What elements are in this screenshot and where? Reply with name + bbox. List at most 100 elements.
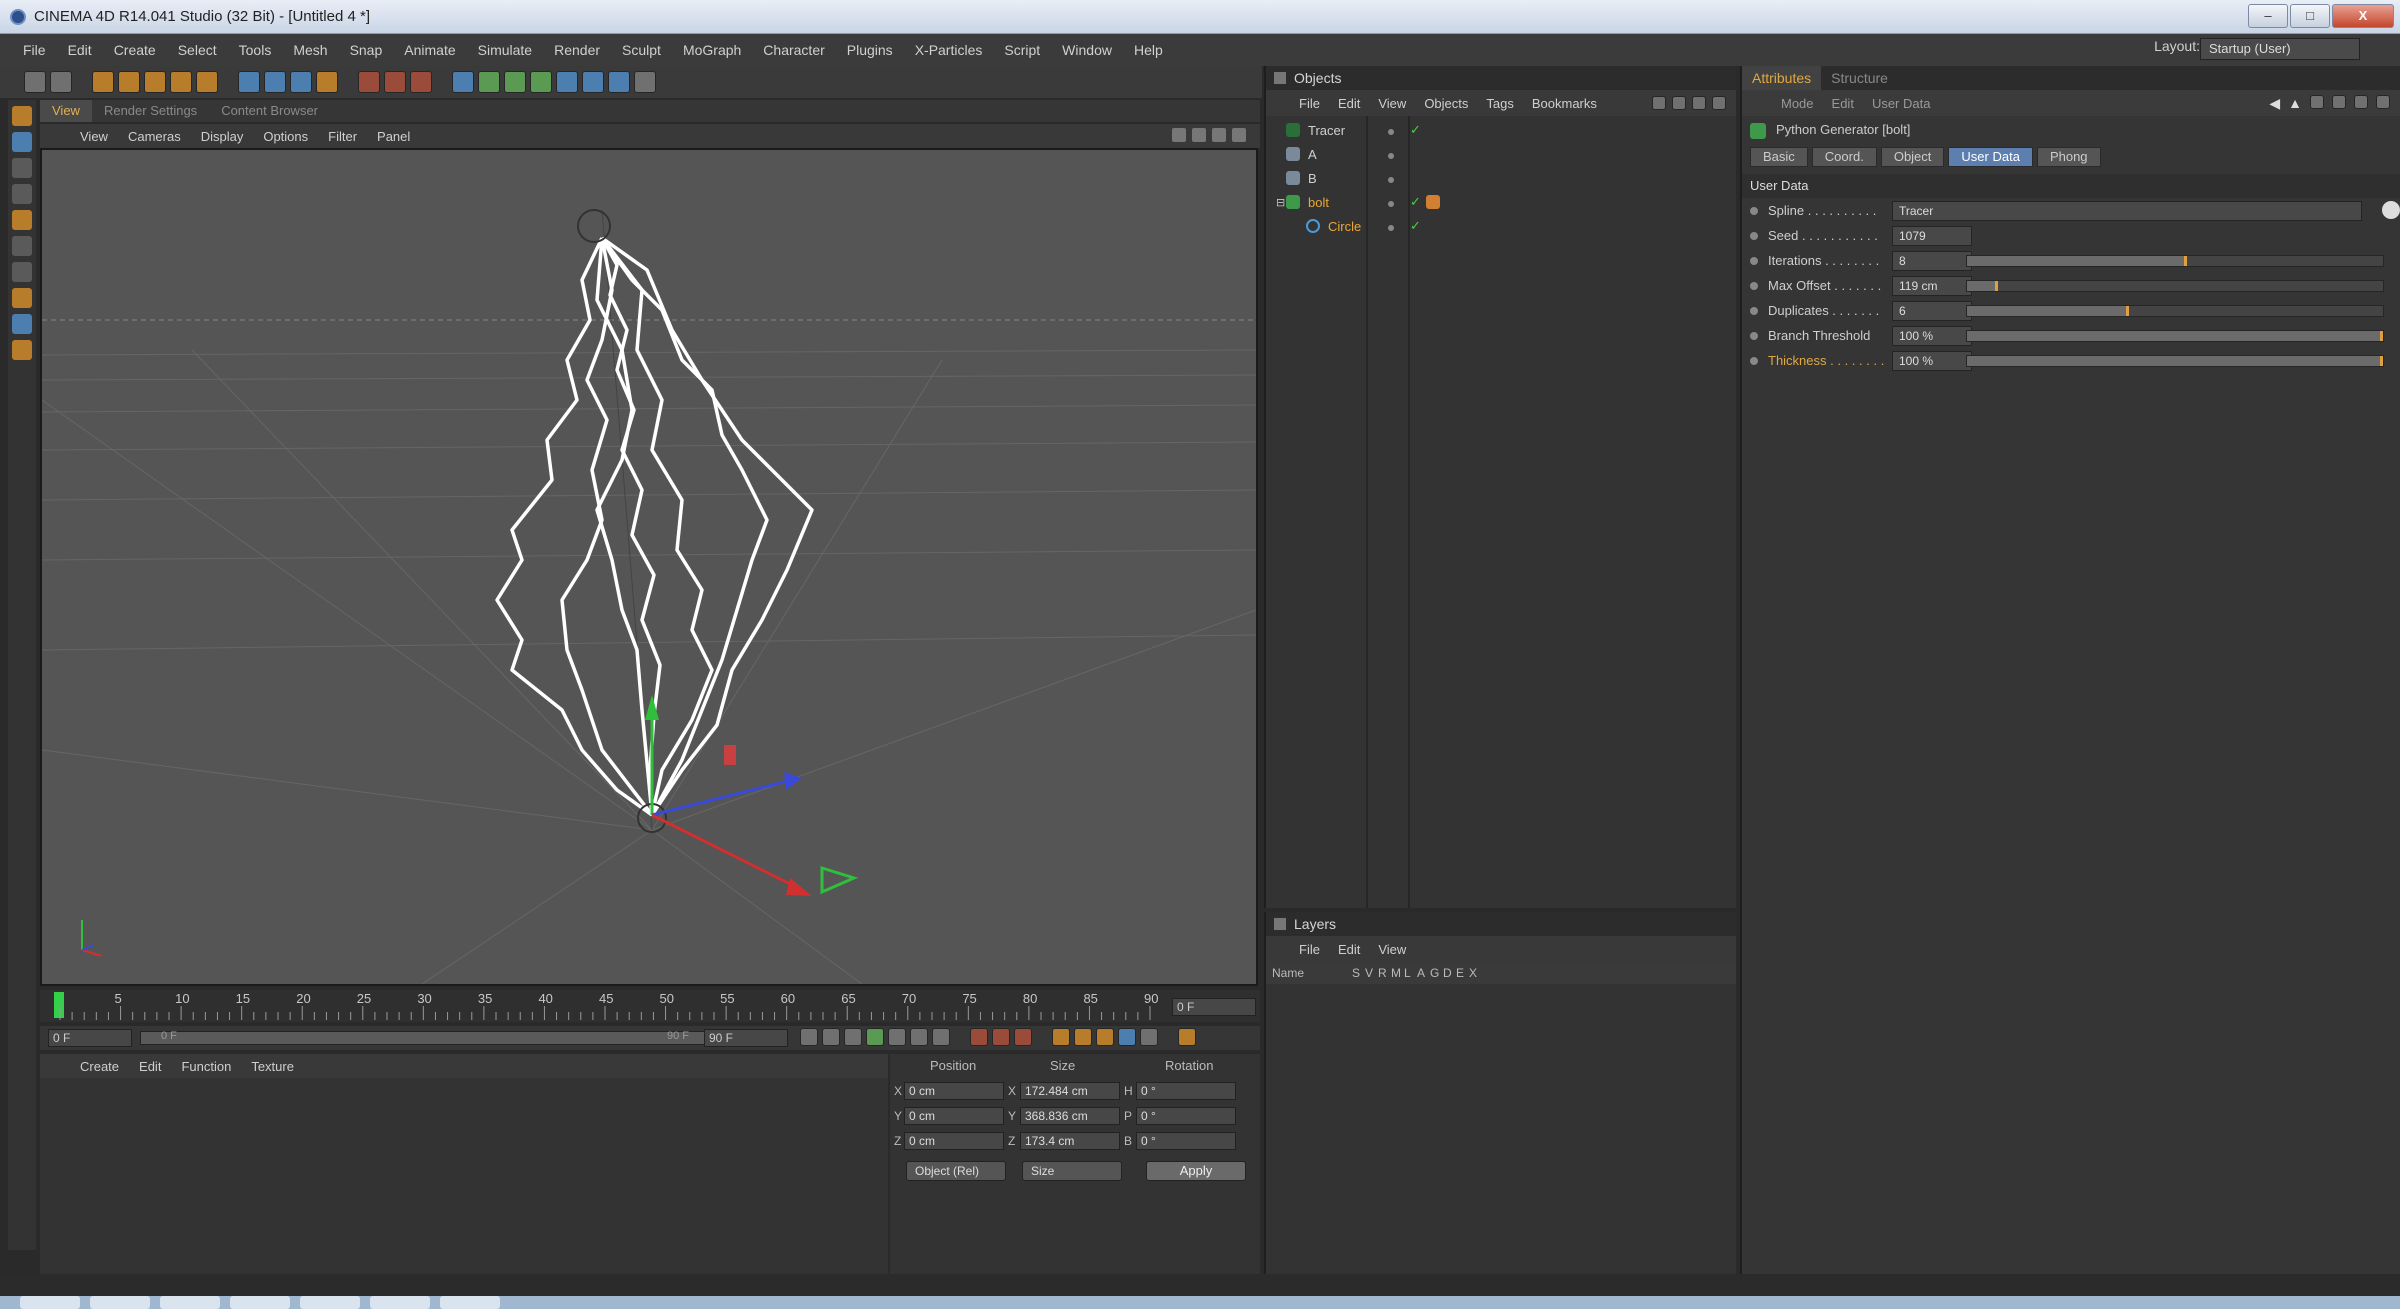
visibility-dots-icon[interactable] bbox=[1388, 123, 1394, 138]
live-selection-icon[interactable] bbox=[92, 71, 114, 93]
start-frame-field[interactable]: 0 F bbox=[48, 1029, 132, 1047]
next-key-icon[interactable] bbox=[910, 1028, 928, 1046]
menu-plugins[interactable]: Plugins bbox=[836, 42, 904, 58]
play-icon[interactable] bbox=[866, 1028, 884, 1046]
menu-help[interactable]: Help bbox=[1123, 42, 1174, 58]
current-frame-field[interactable]: 0 F bbox=[1172, 998, 1256, 1016]
max-offset-slider[interactable] bbox=[1966, 279, 2384, 292]
redo-icon[interactable] bbox=[50, 71, 72, 93]
menu-mesh[interactable]: Mesh bbox=[282, 42, 338, 58]
tab-render-settings[interactable]: Render Settings bbox=[92, 100, 209, 122]
collapse-toggle-icon[interactable]: ⊟ bbox=[1276, 196, 1286, 209]
menu-animate[interactable]: Animate bbox=[393, 42, 466, 58]
render-picture-viewer-icon[interactable] bbox=[384, 71, 406, 93]
visibility-dots-icon[interactable] bbox=[1388, 147, 1394, 162]
max-offset-field[interactable]: 119 cm bbox=[1892, 275, 1972, 296]
enabled-check-icon[interactable]: ✓ bbox=[1410, 122, 1421, 138]
points-mode-icon[interactable] bbox=[12, 210, 32, 230]
object-row-circle[interactable]: Circle ✓ bbox=[1276, 214, 1736, 238]
y-axis-lock-icon[interactable] bbox=[264, 71, 286, 93]
toggle-views-icon[interactable] bbox=[1232, 128, 1246, 142]
record-position-icon[interactable] bbox=[1052, 1028, 1070, 1046]
recent-tool-icon[interactable] bbox=[196, 71, 218, 93]
autokey-icon[interactable] bbox=[992, 1028, 1010, 1046]
menu-simulate[interactable]: Simulate bbox=[467, 42, 543, 58]
object-row-bolt[interactable]: ⊟ bolt ✓ bbox=[1276, 190, 1736, 214]
size-x-field[interactable]: 172.484 cm bbox=[1020, 1082, 1120, 1100]
material-menu-function[interactable]: Function bbox=[171, 1059, 241, 1074]
layers-col-l[interactable]: L bbox=[1404, 966, 1417, 980]
x-axis-handle-icon[interactable] bbox=[786, 878, 812, 896]
close-button[interactable]: X bbox=[2332, 4, 2394, 28]
layers-menu-edit[interactable]: Edit bbox=[1329, 942, 1369, 957]
taskbar-start-icon[interactable] bbox=[20, 1296, 80, 1309]
size-z-field[interactable]: 173.4 cm bbox=[1020, 1132, 1120, 1150]
search-icon[interactable] bbox=[1652, 96, 1666, 110]
layers-col-s[interactable]: S bbox=[1352, 966, 1365, 980]
tab-structure[interactable]: Structure bbox=[1821, 66, 1898, 90]
pick-object-icon[interactable] bbox=[2382, 201, 2400, 219]
x-axis-lock-icon[interactable] bbox=[238, 71, 260, 93]
subtab-coord[interactable]: Coord. bbox=[1811, 147, 1877, 167]
menu-window[interactable]: Window bbox=[1051, 42, 1123, 58]
record-rotation-icon[interactable] bbox=[1096, 1028, 1114, 1046]
pan-view-icon[interactable] bbox=[1172, 128, 1186, 142]
model-mode-icon[interactable] bbox=[12, 132, 32, 152]
taskbar-app-icon[interactable] bbox=[230, 1296, 290, 1309]
edges-mode-icon[interactable] bbox=[12, 236, 32, 256]
size-mode-dropdown[interactable]: Size bbox=[1022, 1161, 1122, 1181]
make-editable-icon[interactable] bbox=[12, 106, 32, 126]
python-tag-icon[interactable] bbox=[1426, 195, 1440, 209]
frame-range-slider[interactable]: 0 F 90 F bbox=[140, 1030, 710, 1045]
taskbar-app-icon[interactable] bbox=[300, 1296, 360, 1309]
keyframe-selection-icon[interactable] bbox=[1014, 1028, 1032, 1046]
object-row-tracer[interactable]: Tracer ✓ bbox=[1276, 118, 1736, 142]
viewport-menu-view[interactable]: View bbox=[70, 129, 118, 144]
link-icon[interactable] bbox=[1692, 96, 1706, 110]
duplicates-slider[interactable] bbox=[1966, 304, 2384, 317]
attr-menu-user-data[interactable]: User Data bbox=[1863, 96, 1940, 111]
duplicates-field[interactable]: 6 bbox=[1892, 300, 1972, 321]
maximize-button[interactable]: □ bbox=[2290, 4, 2330, 28]
viewport-menu-panel[interactable]: Panel bbox=[367, 129, 420, 144]
camera-icon[interactable] bbox=[608, 71, 630, 93]
enabled-check-icon[interactable]: ✓ bbox=[1410, 218, 1421, 234]
menu-render[interactable]: Render bbox=[543, 42, 611, 58]
branch-threshold-slider[interactable] bbox=[1966, 329, 2384, 342]
texture-mode-icon[interactable] bbox=[12, 158, 32, 178]
layers-col-m[interactable]: M bbox=[1391, 966, 1404, 980]
menu-create[interactable]: Create bbox=[103, 42, 167, 58]
objects-menu-bookmarks[interactable]: Bookmarks bbox=[1523, 96, 1606, 111]
render-settings-icon[interactable] bbox=[410, 71, 432, 93]
prev-key-icon[interactable] bbox=[822, 1028, 840, 1046]
iterations-field[interactable]: 8 bbox=[1892, 250, 1972, 271]
go-to-end-icon[interactable] bbox=[932, 1028, 950, 1046]
rotation-h-field[interactable]: 0 ° bbox=[1136, 1082, 1236, 1100]
record-parameter-icon[interactable] bbox=[1118, 1028, 1136, 1046]
subtab-user-data[interactable]: User Data bbox=[1948, 147, 2033, 167]
subtab-object[interactable]: Object bbox=[1880, 147, 1945, 167]
scale-tool-icon[interactable] bbox=[144, 71, 166, 93]
enabled-check-icon[interactable]: ✓ bbox=[1410, 194, 1421, 210]
subdivision-surface-icon[interactable] bbox=[504, 71, 526, 93]
visibility-dots-icon[interactable] bbox=[1388, 171, 1394, 186]
end-frame-field[interactable]: 90 F bbox=[704, 1029, 788, 1047]
thickness-field[interactable]: 100 % bbox=[1892, 350, 1972, 371]
layers-col-x[interactable]: X bbox=[1469, 966, 1482, 980]
menu-edit[interactable]: Edit bbox=[57, 42, 103, 58]
menu-sculpt[interactable]: Sculpt bbox=[611, 42, 672, 58]
new-window-icon[interactable] bbox=[1712, 96, 1726, 110]
timeline-window-icon[interactable] bbox=[1178, 1028, 1196, 1046]
rotation-b-field[interactable]: 0 ° bbox=[1136, 1132, 1236, 1150]
move-tool-icon[interactable] bbox=[118, 71, 140, 93]
taskbar-app-icon[interactable] bbox=[370, 1296, 430, 1309]
layers-menu-view[interactable]: View bbox=[1369, 942, 1415, 957]
iterations-slider[interactable] bbox=[1966, 254, 2384, 267]
timeline-ruler[interactable]: 5 10 15 20 25 30 35 40 45 50 55 60 65 70 75 80 85 90 0 F bbox=[40, 990, 1260, 1022]
layers-col-g[interactable]: G bbox=[1430, 966, 1443, 980]
objects-menu-view[interactable]: View bbox=[1369, 96, 1415, 111]
search-icon[interactable] bbox=[2310, 94, 2324, 109]
layers-col-r[interactable]: R bbox=[1378, 966, 1391, 980]
workplane-icon[interactable] bbox=[12, 184, 32, 204]
position-x-field[interactable]: 0 cm bbox=[904, 1082, 1004, 1100]
